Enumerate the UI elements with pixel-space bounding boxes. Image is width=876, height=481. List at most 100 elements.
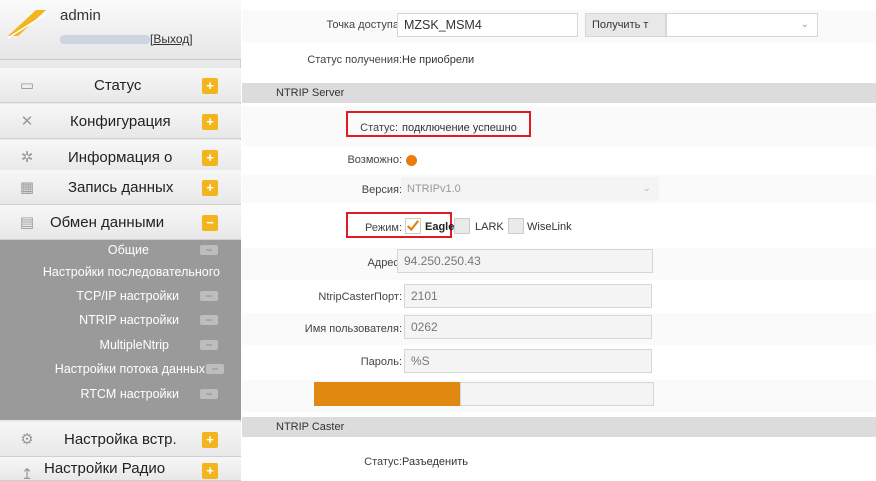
minus-icon[interactable]: − bbox=[206, 363, 224, 375]
label-version: Версия bbox=[362, 184, 402, 196]
mode-option-wiselink[interactable]: WiseLink bbox=[527, 221, 572, 233]
menu-item-embedded-settings[interactable]: ⚙ Настройка встр. + bbox=[0, 422, 241, 457]
submenu-label: MultipleNtrip bbox=[99, 338, 169, 352]
monitor-icon: ▭ bbox=[19, 77, 35, 94]
submit-button[interactable] bbox=[314, 382, 460, 406]
checkbox-wiselink[interactable] bbox=[508, 218, 524, 234]
user-subtitle-redacted bbox=[60, 35, 150, 44]
user-box: admin [Выход] bbox=[0, 0, 241, 60]
row-version: Версия NTRIPv1.0 ⌄ bbox=[242, 175, 876, 203]
row-server-status: Статус подключение успешно bbox=[242, 106, 876, 146]
submenu-label: Настройки последовательного bbox=[42, 265, 220, 279]
logo-icon bbox=[7, 10, 47, 39]
access-point-select[interactable]: ⌄ bbox=[666, 13, 818, 37]
submenu-label: Настройки потока данных bbox=[54, 362, 205, 376]
submenu-label: NTRIP настройки bbox=[79, 313, 179, 327]
checkbox-lark[interactable] bbox=[454, 218, 470, 234]
access-point-input[interactable]: MZSK_MSM4 bbox=[397, 13, 578, 37]
plus-icon[interactable]: + bbox=[202, 432, 218, 448]
row-address: Адрес 94.250.250.43 bbox=[242, 248, 876, 280]
submenu-item-ntrip[interactable]: NTRIP настройки − bbox=[0, 310, 241, 330]
submenu-item-rtcm[interactable]: RTCM настройки − bbox=[0, 384, 241, 404]
section-ntrip-server: NTRIP Server bbox=[242, 83, 876, 103]
row-password: Пароль %S bbox=[242, 346, 876, 378]
submenu-label: TCP/IP настройки bbox=[76, 289, 179, 303]
sidebar: admin [Выход] ▭ Статус + ✕ Конфигурация … bbox=[0, 0, 241, 481]
submenu-item-multiplentrip[interactable]: MultipleNtrip − bbox=[0, 335, 241, 355]
antenna-icon: ↥ bbox=[20, 466, 34, 481]
minus-icon[interactable]: − bbox=[200, 290, 218, 302]
menu-label: Обмен данными bbox=[50, 214, 165, 231]
highlight-box-status bbox=[346, 111, 531, 137]
plus-icon[interactable]: + bbox=[202, 150, 218, 166]
version-value: NTRIPv1.0 bbox=[407, 183, 461, 195]
plus-icon[interactable]: + bbox=[202, 463, 218, 479]
label-access-point: Точка доступа bbox=[326, 19, 402, 31]
plus-icon[interactable]: + bbox=[202, 78, 218, 94]
checkmark-icon bbox=[406, 220, 420, 232]
receive-status-value: Не приобрели bbox=[402, 54, 475, 66]
submit-button-track bbox=[460, 382, 654, 406]
minus-icon[interactable]: − bbox=[202, 215, 218, 231]
logout-link[interactable]: [Выход] bbox=[150, 32, 193, 46]
label-receive-status: Статус получения bbox=[307, 54, 402, 66]
version-select[interactable]: NTRIPv1.0 ⌄ bbox=[401, 177, 659, 201]
submenu-item-data-stream[interactable]: Настройки потока данных − bbox=[0, 359, 241, 379]
menu-label: Запись данных bbox=[68, 179, 174, 196]
row-caster-status: Статус Разъеденить bbox=[242, 440, 876, 481]
menu-item-status[interactable]: ▭ Статус + bbox=[0, 68, 241, 103]
satellite-icon: ✲ bbox=[20, 149, 34, 166]
row-port: NtripCasterПорт 2101 bbox=[242, 281, 876, 313]
menu-label: Статус bbox=[94, 77, 142, 94]
caster-status-value: Разъеденить bbox=[402, 456, 469, 468]
submenu-item-serial[interactable]: Настройки последовательного bbox=[0, 262, 241, 282]
row-enabled: Возможно bbox=[242, 148, 876, 172]
minus-icon[interactable]: − bbox=[200, 244, 218, 256]
get-access-point-button[interactable]: Получить т bbox=[585, 13, 666, 37]
label-username: Имя пользователя bbox=[305, 323, 402, 335]
main-panel: Точка доступа MZSK_MSM4 Получить т ⌄ Ста… bbox=[242, 0, 876, 481]
username-input[interactable]: 0262 bbox=[404, 315, 652, 339]
port-input[interactable]: 2101 bbox=[404, 284, 652, 308]
menu-label: Конфигурация bbox=[70, 113, 171, 130]
minus-icon[interactable]: − bbox=[200, 339, 218, 351]
document-icon: ▤ bbox=[19, 214, 35, 231]
minus-icon[interactable]: − bbox=[200, 388, 218, 400]
password-input[interactable]: %S bbox=[404, 349, 652, 373]
chevron-down-icon: ⌄ bbox=[800, 19, 809, 30]
menu-item-data-exchange[interactable]: ▤ Обмен данными − bbox=[0, 205, 241, 240]
label-enabled: Возможно bbox=[347, 154, 402, 166]
username: admin bbox=[60, 7, 101, 24]
checkbox-eagle[interactable] bbox=[405, 218, 421, 234]
section-ntrip-caster: NTRIP Caster bbox=[242, 417, 876, 437]
row-submit bbox=[242, 380, 876, 412]
row-mode: Режим Eagle LARK WiseLink bbox=[242, 209, 876, 241]
label-password: Пароль bbox=[361, 356, 402, 368]
logout-link-wrapper: [Выход] bbox=[150, 32, 193, 46]
chevron-down-icon: ⌄ bbox=[642, 183, 651, 194]
menu-label: Настройка встр. bbox=[64, 431, 177, 448]
menu-item-radio-settings[interactable]: ↥ Настройки Радио + bbox=[0, 457, 241, 481]
submenu-item-tcpip[interactable]: TCP/IP настройки − bbox=[0, 286, 241, 306]
menu-label: Настройки Радио bbox=[44, 460, 166, 477]
row-username: Имя пользователя 0262 bbox=[242, 313, 876, 345]
tools-icon: ✕ bbox=[20, 113, 34, 130]
minus-icon[interactable]: − bbox=[200, 314, 218, 326]
calendar-icon: ▦ bbox=[19, 179, 35, 196]
mode-option-eagle[interactable]: Eagle bbox=[425, 221, 454, 233]
label-caster-status: Статус bbox=[364, 456, 402, 468]
menu-item-config[interactable]: ✕ Конфигурация + bbox=[0, 104, 241, 139]
row-receive-status: Статус получения Не приобрели bbox=[242, 44, 876, 74]
label-port: NtripCasterПорт bbox=[318, 291, 402, 303]
submenu-item-general[interactable]: Общие − bbox=[0, 240, 241, 260]
gear-icon: ⚙ bbox=[20, 431, 34, 448]
address-input[interactable]: 94.250.250.43 bbox=[397, 249, 653, 273]
enabled-radio-icon[interactable] bbox=[406, 155, 417, 166]
row-access-point: Точка доступа MZSK_MSM4 Получить т ⌄ bbox=[242, 10, 876, 42]
menu-item-data-record[interactable]: ▦ Запись данных + bbox=[0, 170, 241, 205]
mode-option-lark[interactable]: LARK bbox=[475, 221, 504, 233]
plus-icon[interactable]: + bbox=[202, 114, 218, 130]
submenu-label: RTCM настройки bbox=[80, 387, 179, 401]
submenu-data-exchange: Общие − Настройки последовательного TCP/… bbox=[0, 240, 241, 420]
plus-icon[interactable]: + bbox=[202, 180, 218, 196]
